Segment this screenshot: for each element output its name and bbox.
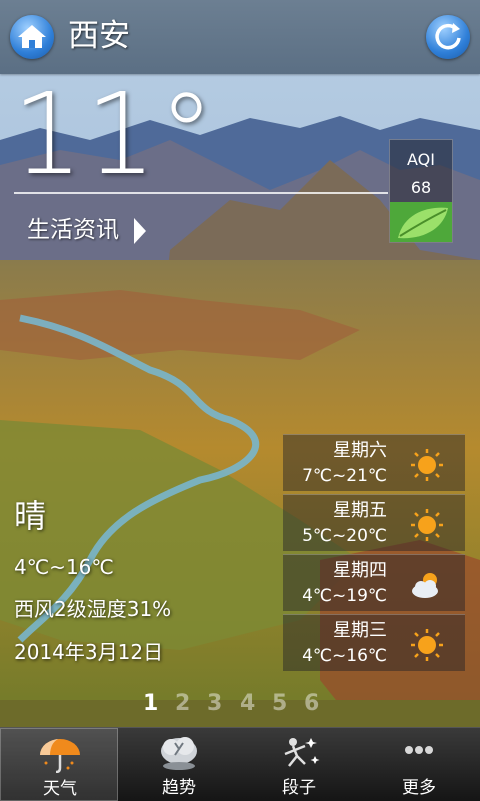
nav-tab-more[interactable]: 更多: [360, 728, 478, 801]
current-date: 2014年3月12日: [14, 640, 164, 664]
city-name[interactable]: 西安: [68, 16, 130, 56]
sun-icon: [411, 509, 443, 541]
forecast-temp: 7℃~21℃: [302, 466, 387, 486]
app-header: 西安: [0, 0, 480, 74]
joke-icon: [284, 738, 320, 767]
forecast-day: 星期三: [333, 620, 387, 641]
nav-tab-trend[interactable]: 趋势: [120, 728, 238, 801]
forecast-temp: 5℃~20℃: [302, 526, 387, 546]
refresh-button[interactable]: [426, 15, 470, 59]
home-icon: [18, 25, 46, 48]
forecast-day: 星期六: [333, 440, 387, 461]
nav-label: 更多: [402, 778, 436, 798]
aqi-label: AQI: [407, 150, 435, 169]
page-dot[interactable]: 6: [304, 690, 319, 718]
nav-label: 天气: [43, 779, 77, 799]
forecast-row[interactable]: 星期三 4℃~16℃: [283, 614, 465, 671]
forecast-list: 星期六 7℃~21℃ 星期五 5℃~20℃ 星期四 4℃~19℃ 星期三 4℃~…: [283, 434, 465, 674]
page-dot[interactable]: 2: [175, 690, 190, 718]
wind-humidity: 西风2级湿度31%: [14, 597, 172, 621]
nav-label: 趋势: [162, 778, 196, 798]
forecast-day: 星期五: [333, 500, 387, 521]
leaf-icon: [390, 202, 452, 242]
page-dot[interactable]: 5: [272, 690, 287, 718]
forecast-temp: 4℃~16℃: [302, 646, 387, 666]
weather-condition: 晴: [14, 497, 47, 535]
bottom-navigation: 天气 趋势 段子 更多: [0, 727, 480, 801]
sun-icon: [411, 629, 443, 661]
chevron-right-icon[interactable]: [132, 216, 148, 246]
refresh-icon: [435, 23, 461, 50]
page-dot[interactable]: 3: [207, 690, 222, 718]
aqi-value: 68: [410, 178, 432, 197]
page-dot-active[interactable]: 1: [143, 690, 158, 718]
forecast-row[interactable]: 星期五 5℃~20℃: [283, 494, 465, 551]
temperature-divider: [14, 192, 388, 194]
life-info-link[interactable]: 生活资讯: [27, 214, 119, 246]
forecast-row[interactable]: 星期四 4℃~19℃: [283, 554, 465, 611]
page-dot[interactable]: 4: [240, 690, 255, 718]
trend-icon: [161, 737, 197, 770]
temperature-range: 4℃~16℃: [14, 555, 114, 579]
home-button[interactable]: [10, 15, 54, 59]
sun-icon: [411, 449, 443, 481]
forecast-day: 星期四: [333, 560, 387, 581]
nav-tab-jokes[interactable]: 段子: [240, 728, 358, 801]
nav-label: 段子: [282, 778, 316, 798]
aqi-panel[interactable]: AQI 68: [389, 139, 453, 243]
umbrella-icon: [40, 739, 80, 773]
more-icon: [405, 746, 433, 754]
current-temperature: 11°: [12, 70, 217, 200]
nav-tab-weather[interactable]: 天气: [0, 728, 118, 801]
cloudy-sun-icon: [412, 573, 438, 598]
forecast-row[interactable]: 星期六 7℃~21℃: [283, 434, 465, 491]
forecast-temp: 4℃~19℃: [302, 586, 387, 606]
